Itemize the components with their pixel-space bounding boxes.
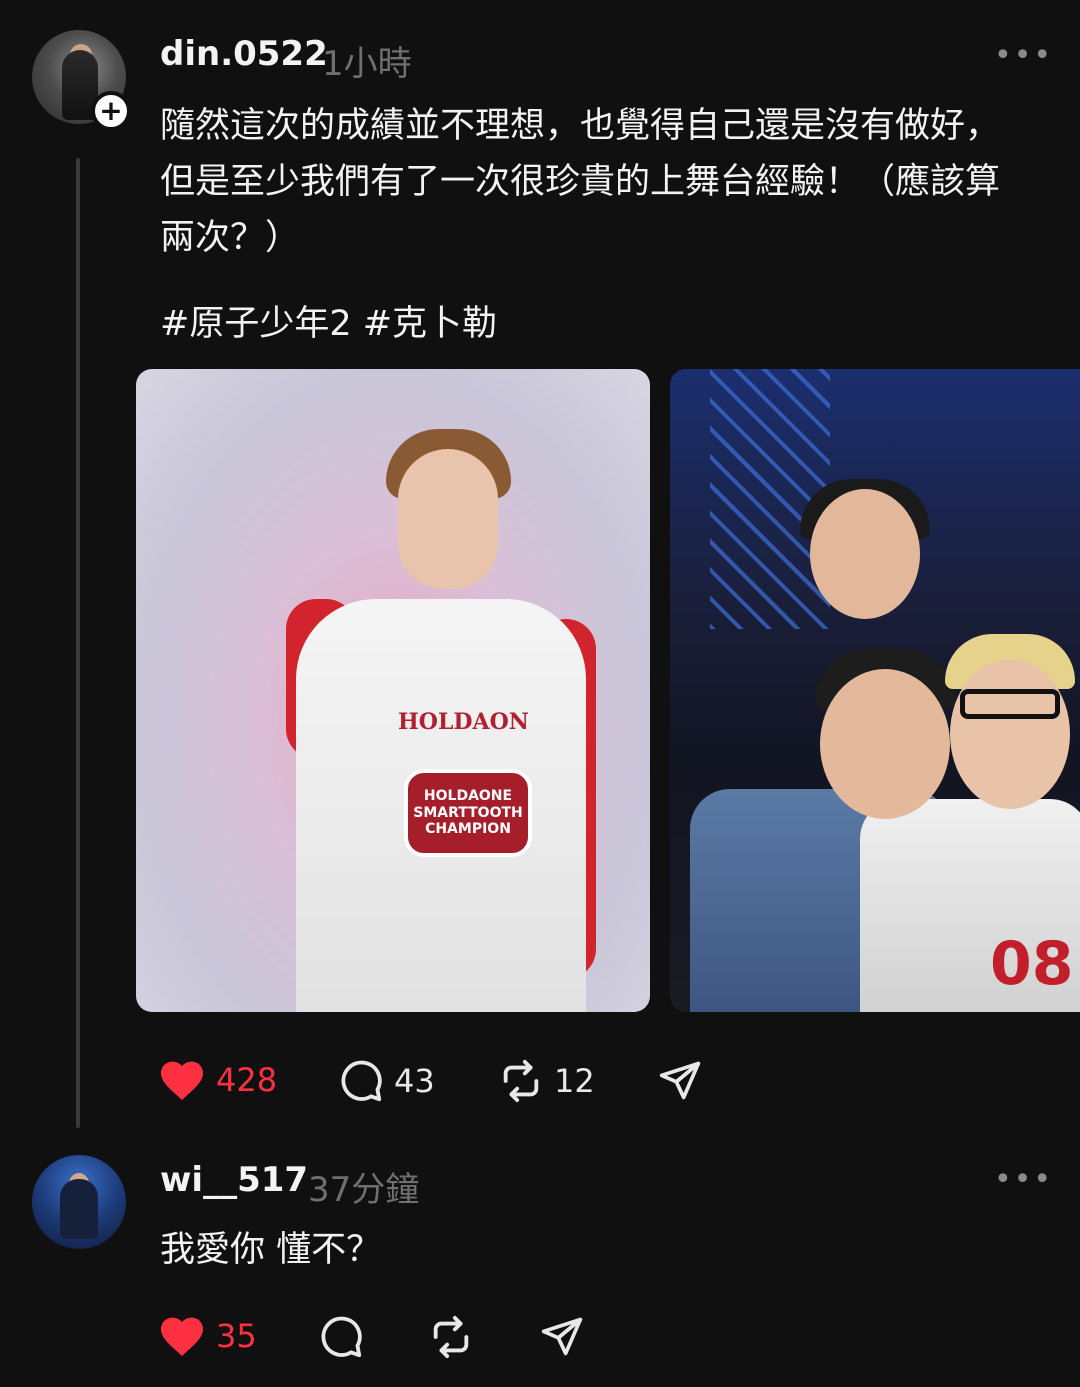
thread-line <box>76 158 80 1128</box>
reply-comment-button[interactable] <box>318 1314 364 1360</box>
post-image-1[interactable]: HOLDAON HOLDAONE SMARTTOOTH CHAMPION <box>136 369 650 1012</box>
threads-feed: + din.0522 1小時 ••• 隨然這次的成績並不理想，也覺得自己還是沒有… <box>0 0 1080 1387</box>
post-username[interactable]: din.0522 <box>160 34 328 74</box>
reply-avatar[interactable] <box>32 1155 126 1249</box>
jersey-number: 08 <box>990 929 1074 999</box>
comment-icon <box>321 1316 362 1358</box>
comment-count: 43 <box>394 1062 435 1100</box>
reply-more-icon[interactable]: ••• <box>994 1162 1053 1197</box>
jersey-badge: HOLDAONE SMARTTOOTH CHAMPION <box>404 769 532 857</box>
more-icon[interactable]: ••• <box>994 38 1053 73</box>
reply-like-button[interactable]: 35 <box>158 1314 257 1358</box>
reply-timestamp: 37分鐘 <box>308 1170 420 1210</box>
post-timestamp: 1小時 <box>322 44 412 84</box>
jersey-print: HOLDAON <box>398 709 529 735</box>
like-count: 428 <box>216 1061 278 1099</box>
repost-button[interactable]: 12 <box>498 1058 595 1104</box>
follow-button[interactable]: + <box>91 91 131 131</box>
post-hashtags[interactable]: #原子少年2 #克卜勒 <box>160 296 1060 352</box>
reply-like-count: 35 <box>216 1317 257 1355</box>
comment-button[interactable]: 43 <box>338 1058 435 1104</box>
repost-count: 12 <box>554 1062 595 1100</box>
share-icon <box>541 1317 583 1356</box>
repost-icon <box>433 1315 469 1359</box>
reply-repost-button[interactable] <box>428 1314 474 1360</box>
like-button[interactable]: 428 <box>158 1058 277 1102</box>
heart-icon <box>161 1061 203 1100</box>
post-text: 隨然這次的成績並不理想，也覺得自己還是沒有做好， 但是至少我們有了一次很珍貴的上… <box>160 106 1001 258</box>
share-icon <box>659 1061 701 1100</box>
heart-icon <box>161 1317 203 1356</box>
plus-icon: + <box>99 94 123 127</box>
post-image-2[interactable]: 08 <box>670 369 1080 1012</box>
reply-text: 我愛你 懂不？ <box>160 1230 382 1270</box>
reply-username[interactable]: wi__517 <box>160 1160 308 1200</box>
share-button[interactable] <box>658 1058 702 1102</box>
repost-icon <box>503 1059 539 1103</box>
comment-icon <box>341 1060 382 1102</box>
reply-share-button[interactable] <box>540 1314 584 1358</box>
